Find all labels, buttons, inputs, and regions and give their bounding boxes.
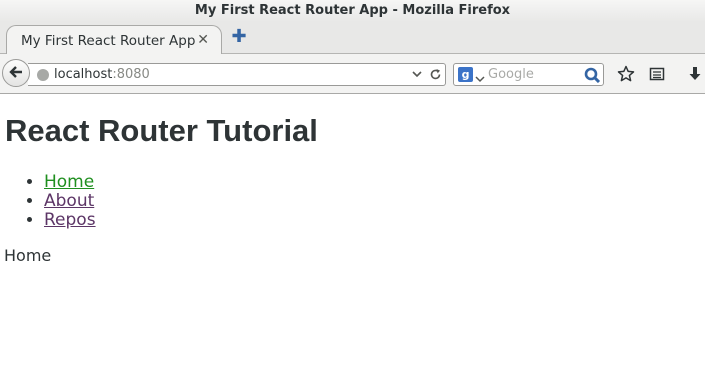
window-titlebar: My First React Router App - Mozilla Fire… [0, 0, 705, 22]
search-input[interactable] [488, 66, 578, 83]
back-button[interactable] [2, 59, 30, 87]
page-content: React Router Tutorial Home About Repos H… [0, 95, 705, 370]
nav-link-repos[interactable]: Repos [44, 210, 96, 230]
page-title: React Router Tutorial [5, 113, 318, 148]
route-content: Home [4, 246, 52, 265]
browser-tab[interactable]: My First React Router App ✕ [6, 25, 222, 55]
reading-list-icon[interactable] [647, 64, 667, 84]
nav-toolbar: localhost:8080 g [0, 54, 705, 94]
tab-title: My First React Router App [21, 32, 196, 49]
bookmark-star-icon[interactable] [616, 64, 636, 84]
google-icon[interactable]: g [458, 67, 473, 82]
download-icon[interactable] [685, 64, 705, 84]
url-bar[interactable]: localhost:8080 [28, 63, 446, 86]
nav-link-home[interactable]: Home [44, 172, 94, 192]
url-host: localhost [54, 67, 113, 82]
nav-item-repos: Repos [44, 211, 96, 230]
back-arrow-icon [8, 64, 24, 83]
close-icon[interactable]: ✕ [197, 32, 209, 48]
nav-list: Home About Repos [44, 173, 96, 230]
url-port: :8080 [112, 67, 150, 82]
reload-icon[interactable] [427, 66, 443, 83]
window-title: My First React Router App - Mozilla Fire… [194, 3, 511, 18]
search-icon[interactable] [584, 67, 601, 84]
search-bar[interactable]: g [453, 63, 604, 86]
nav-link-about[interactable]: About [44, 191, 94, 211]
engine-dropdown-icon[interactable] [475, 69, 485, 83]
nav-item-about: About [44, 192, 96, 211]
globe-icon [37, 69, 49, 81]
new-tab-plus-icon[interactable]: ✚ [230, 28, 248, 46]
chevron-down-icon[interactable] [411, 67, 423, 81]
url-text[interactable]: localhost:8080 [54, 66, 150, 83]
nav-item-home: Home [44, 173, 96, 192]
tab-strip: My First React Router App ✕ ✚ [0, 22, 705, 55]
